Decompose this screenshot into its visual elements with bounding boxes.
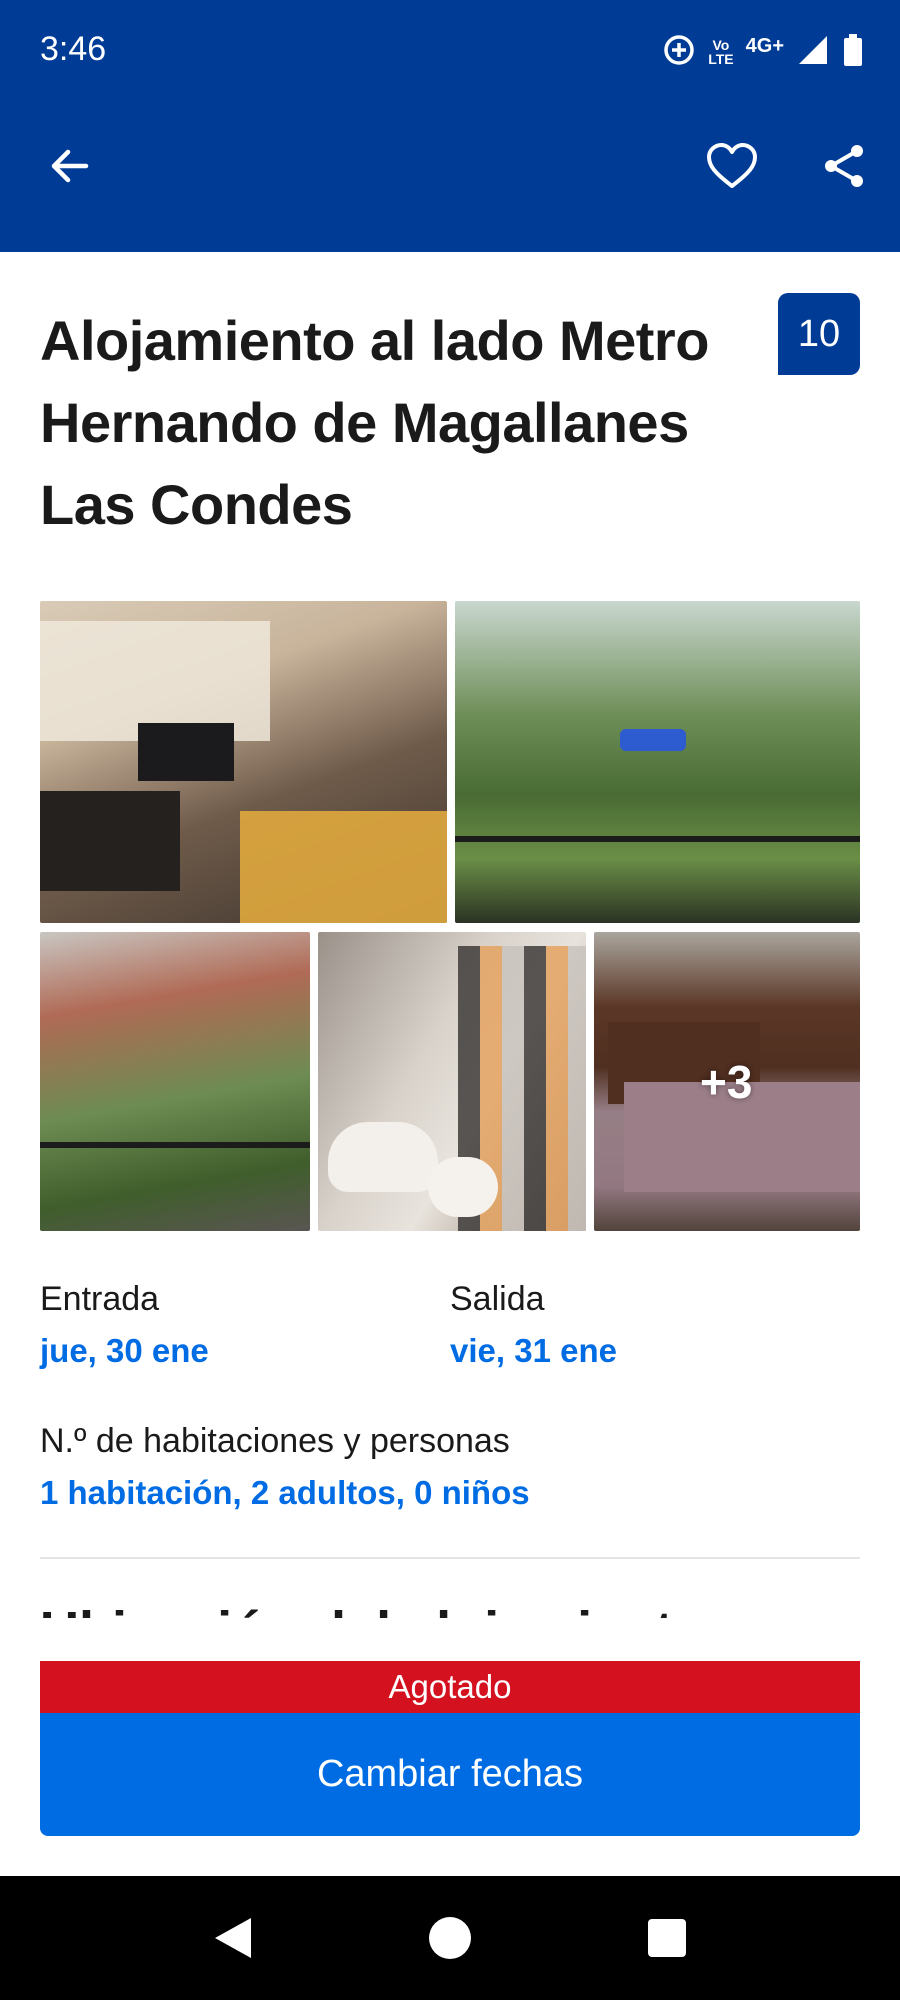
home-circle-icon[interactable] [428, 1916, 472, 1960]
change-dates-button[interactable]: Cambiar fechas [40, 1713, 860, 1836]
battery-icon [842, 33, 864, 72]
signal-icon [796, 33, 830, 72]
checkout-value[interactable]: vie, 31 ene [450, 1332, 617, 1370]
listing-title: Alojamiento al lado Metro Hernando de Ma… [40, 309, 709, 536]
share-icon[interactable] [814, 136, 874, 196]
system-nav-bar [0, 1876, 900, 2000]
checkin-label: Entrada [40, 1280, 160, 1318]
section-divider [40, 1557, 860, 1559]
volte-top-text: Vo [712, 37, 730, 53]
status-time: 3:46 [40, 30, 107, 68]
recents-square-icon[interactable] [645, 1916, 689, 1960]
volte-indicator: Vo LTE [708, 38, 733, 66]
network-type: 4G+ [745, 34, 784, 57]
occupancy-value[interactable]: 1 habitación, 2 adultos, 0 niños [40, 1474, 530, 1512]
sold-out-banner: Agotado [40, 1661, 860, 1713]
occupancy-label: N.º de habitaciones y personas [40, 1422, 510, 1460]
data-saver-icon [662, 33, 696, 72]
status-icons: Vo LTE 4G+ [662, 30, 864, 74]
checkout-label: Salida [450, 1280, 545, 1318]
bathroom-photo[interactable] [318, 932, 586, 1231]
heart-icon[interactable] [702, 136, 762, 196]
balcony-photo[interactable] [40, 932, 310, 1231]
app-header: 3:46 Vo LTE 4G+ [0, 0, 900, 252]
back-triangle-icon[interactable] [211, 1916, 255, 1960]
checkin-value[interactable]: jue, 30 ene [40, 1332, 209, 1370]
garden-view-photo[interactable] [455, 601, 860, 923]
more-photos-count[interactable]: +3 [700, 1055, 752, 1109]
back-arrow-icon[interactable] [40, 136, 100, 196]
review-score-badge[interactable]: 10 [778, 293, 860, 375]
volte-bottom-text: LTE [708, 51, 734, 67]
living-room-photo[interactable] [40, 601, 447, 923]
